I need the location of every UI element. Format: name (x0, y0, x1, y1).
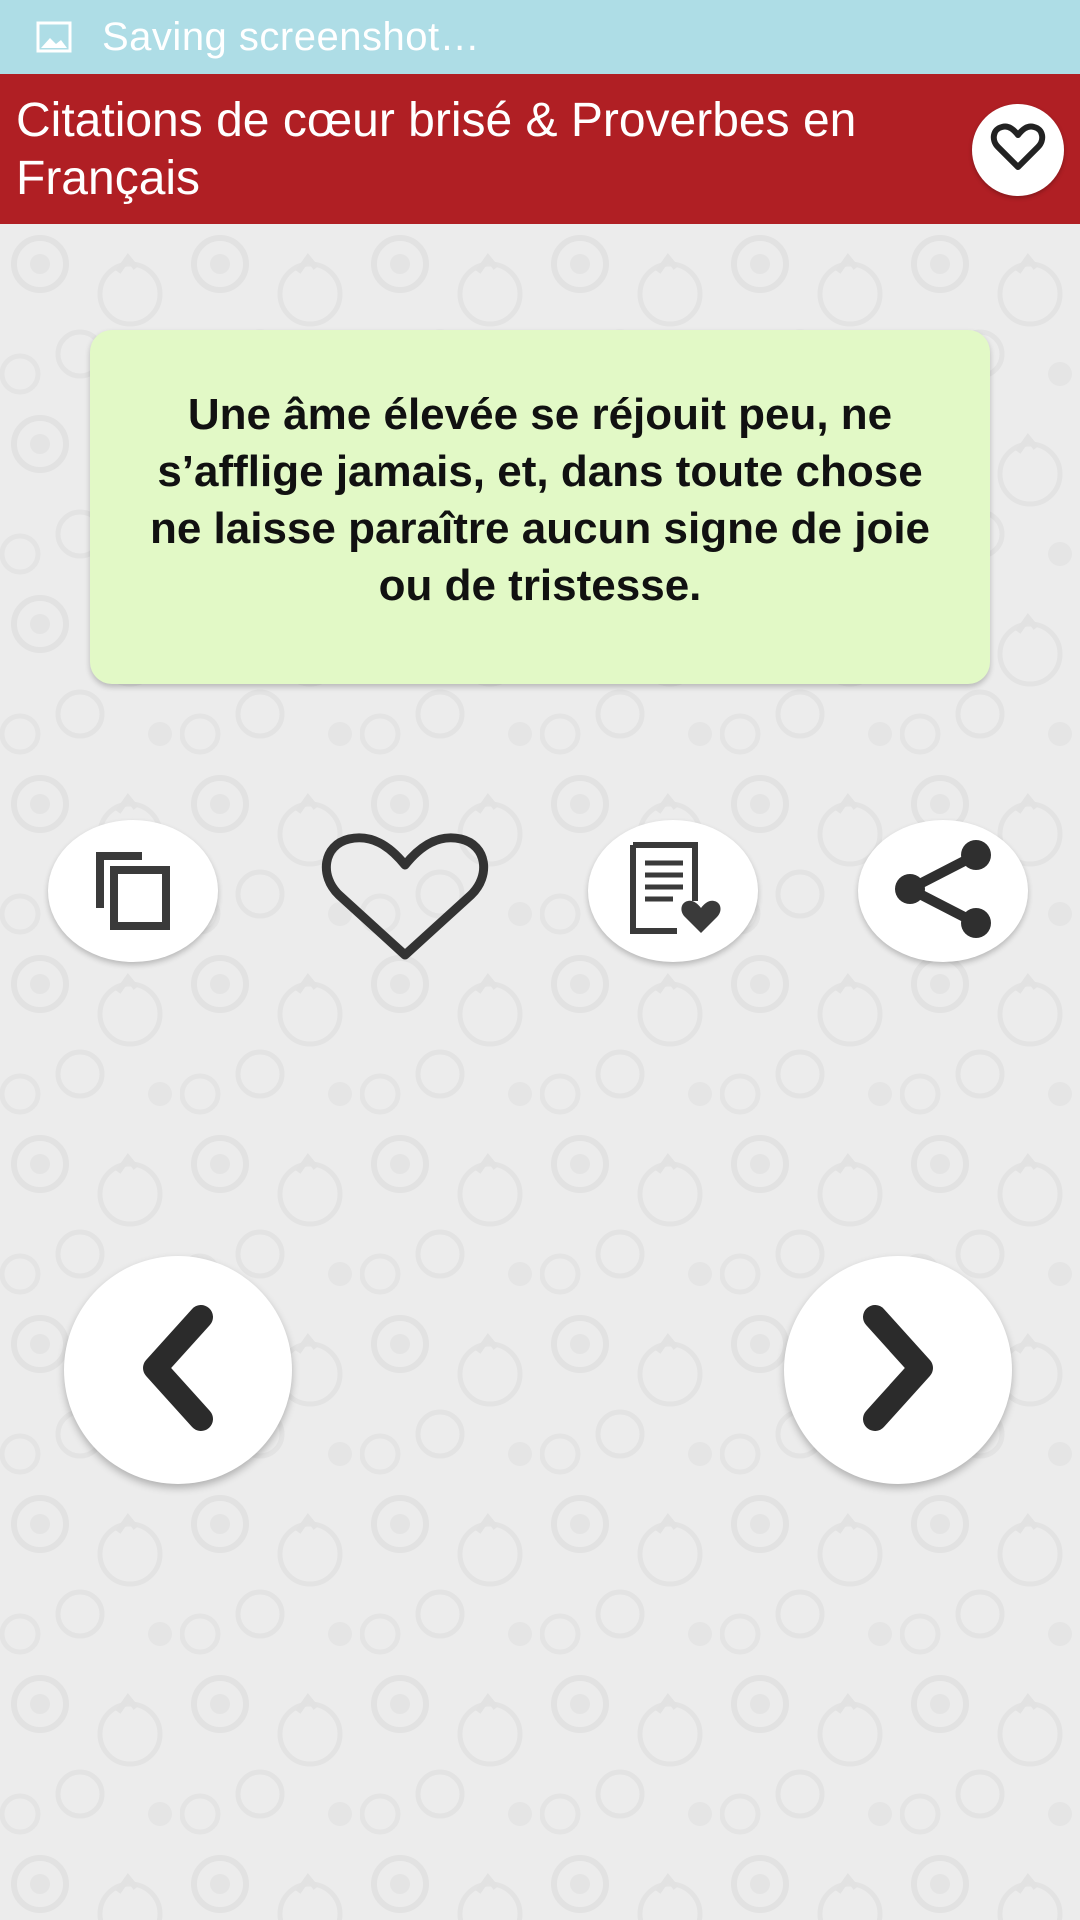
image-icon (36, 21, 72, 53)
status-text: Saving screenshot… (102, 14, 481, 59)
copy-button[interactable] (48, 820, 218, 962)
favorite-button[interactable] (310, 820, 500, 980)
app-bar: Citations de cœur brisé & Proverbes en F… (0, 74, 1080, 224)
quote-card: Une âme élevée se réjouit peu, ne s’affl… (90, 330, 990, 684)
app-title: Citations de cœur brisé & Proverbes en F… (16, 94, 857, 205)
favorites-button[interactable] (972, 104, 1064, 196)
document-heart-icon (621, 841, 725, 942)
next-button[interactable] (784, 1256, 1012, 1484)
heart-outline-icon (990, 123, 1046, 178)
share-icon (888, 839, 998, 944)
chevron-left-icon (133, 1303, 223, 1438)
status-bar: Saving screenshot… (0, 0, 1080, 74)
share-button[interactable] (858, 820, 1028, 962)
quote-text: Une âme élevée se réjouit peu, ne s’affl… (149, 390, 931, 610)
favorites-list-button[interactable] (588, 820, 758, 962)
copy-icon (88, 846, 178, 937)
heart-outline-icon (317, 831, 493, 970)
chevron-right-icon (853, 1303, 943, 1438)
previous-button[interactable] (64, 1256, 292, 1484)
